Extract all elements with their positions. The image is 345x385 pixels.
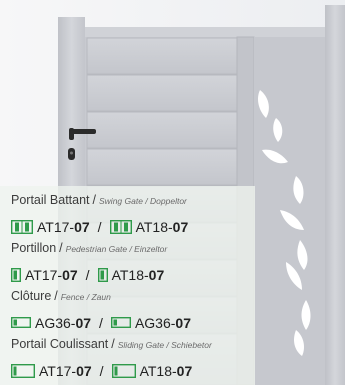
model-code[interactable]: AT18- 07 — [111, 362, 193, 379]
model-suffix: 07 — [148, 266, 165, 283]
model-prefix: AG36- — [35, 314, 76, 331]
model-code[interactable]: AT17- 07 — [11, 267, 78, 283]
model-codes: AT17- 07 / AT18- 07 — [11, 212, 251, 241]
product-subtitle: Sliding Gate / Schiebetor — [117, 340, 212, 350]
model-code[interactable]: AT18- 07 — [109, 218, 189, 235]
product-pedestrian-gate: Portillon / Pedestrian Gate / Einzeltor … — [11, 241, 251, 289]
product-name: Clôture — [11, 289, 52, 303]
product-name: Portillon — [11, 241, 57, 255]
code-divider: / — [97, 218, 102, 235]
sliding-gate-icon — [11, 363, 35, 378]
double-leaf-gate-icon — [11, 219, 33, 234]
product-title: Portail Battant / Swing Gate / Doppeltor — [11, 193, 251, 212]
single-leaf-gate-icon — [11, 267, 21, 282]
code-divider: / — [85, 266, 90, 283]
model-code[interactable]: AT18- 07 — [97, 266, 165, 283]
model-code[interactable]: AG36- 07 — [11, 315, 91, 331]
product-name: Portail Battant — [11, 193, 90, 207]
product-swing-gate: Portail Battant / Swing Gate / Doppeltor… — [11, 193, 251, 241]
model-suffix: 07 — [74, 218, 90, 235]
title-separator: / — [59, 241, 63, 255]
model-codes: AG36- 07 / AG36- 07 — [11, 308, 251, 337]
title-separator: / — [111, 337, 115, 351]
model-prefix: AT17- — [39, 362, 77, 379]
model-code[interactable]: AT17- 07 — [11, 363, 92, 379]
model-prefix: AG36- — [134, 314, 176, 331]
product-list: Portail Battant / Swing Gate / Doppeltor… — [11, 193, 251, 385]
product-subtitle: Pedestrian Gate / Einzeltor — [65, 244, 168, 254]
model-code[interactable]: AT17- 07 — [11, 219, 90, 235]
code-divider: / — [99, 362, 104, 379]
model-prefix: AT18- — [111, 266, 149, 283]
model-codes: AT17- 07 / AT18- 07 — [11, 356, 251, 385]
fence-panel-icon — [110, 317, 131, 328]
product-title: Portillon / Pedestrian Gate / Einzeltor — [11, 241, 251, 260]
product-subtitle: Swing Gate / Doppeltor — [99, 196, 187, 206]
model-prefix: AT18- — [139, 362, 177, 379]
model-prefix: AT17- — [37, 218, 75, 235]
model-prefix: AT17- — [25, 266, 63, 283]
model-suffix: 07 — [172, 218, 189, 235]
model-prefix: AT18- — [135, 218, 173, 235]
model-suffix: 07 — [75, 314, 92, 331]
model-suffix: 07 — [175, 314, 191, 331]
title-separator: / — [92, 193, 96, 207]
fence-panel-icon — [11, 317, 31, 328]
model-suffix: 07 — [62, 266, 78, 283]
code-divider: / — [99, 314, 103, 331]
model-code[interactable]: AG36- 07 — [110, 314, 191, 331]
model-codes: AT17- 07 / AT18- 07 — [11, 260, 251, 289]
product-subtitle: Fence / Zaun — [60, 292, 111, 302]
product-title: Clôture / Fence / Zaun — [11, 289, 251, 308]
product-sliding-gate: Portail Coulissant / Sliding Gate / Schi… — [11, 337, 251, 385]
single-leaf-gate-icon — [97, 267, 108, 282]
product-name: Portail Coulissant — [11, 337, 109, 351]
product-title: Portail Coulissant / Sliding Gate / Schi… — [11, 337, 251, 356]
sliding-gate-icon — [111, 363, 136, 378]
double-leaf-gate-icon — [109, 219, 132, 234]
title-separator: / — [54, 289, 58, 303]
model-suffix: 07 — [76, 362, 92, 379]
model-suffix: 07 — [176, 362, 193, 379]
product-fence: Clôture / Fence / Zaun AG36- 07 / AG36- 07 — [11, 289, 251, 337]
